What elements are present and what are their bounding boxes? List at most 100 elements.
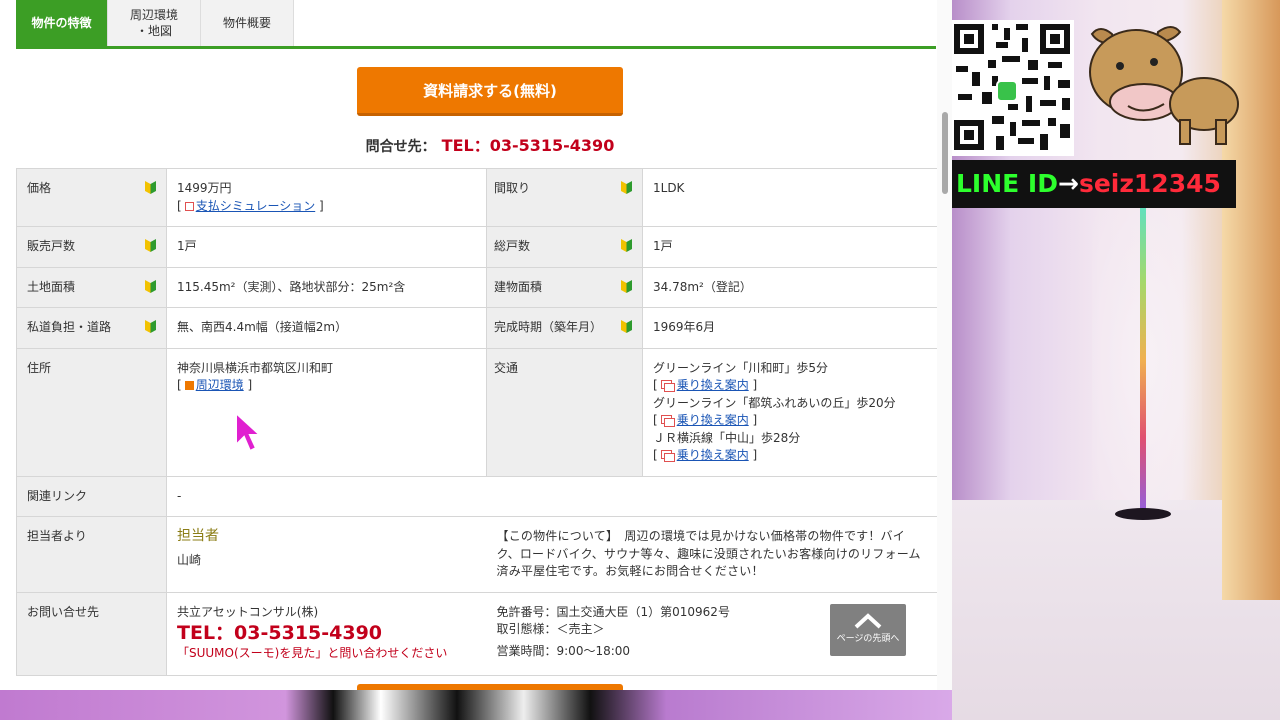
related-links-value: - [177, 488, 182, 503]
request-documents-button-bottom[interactable] [357, 684, 623, 690]
transfer-row: [乗り換え案内 ] [653, 378, 758, 392]
related-links-value-cell: - [166, 475, 938, 517]
road-label: 私道負担・道路 [27, 320, 112, 334]
staff-value-cell: 担当者 山崎 [166, 516, 487, 593]
address-label-cell: 住所 [16, 347, 167, 477]
table-row: 私道負担・道路 無、南西4.4m幅（接道幅2m） 完成時期（築年月） 1969年… [16, 307, 938, 349]
page-top-label: ページの先頭へ [836, 634, 900, 644]
inquiry-label-cell: お問い合せ先 [16, 591, 167, 676]
price-value-cell: 1499万円 [支払シミュレーション ] [166, 168, 487, 227]
table-row: お問い合せ先 共立アセットコンサル(株) TEL：03-5315-4390 「S… [16, 591, 938, 676]
surroundings-row: [周辺環境 ] [177, 378, 253, 392]
scrollbar[interactable] [937, 0, 952, 690]
table-row: 販売戸数 1戸 総戸数 1戸 [16, 226, 938, 268]
related-links-label: 関連リンク [27, 488, 88, 503]
layout-label: 間取り [494, 181, 531, 195]
building-area-label: 建物面積 [494, 279, 543, 294]
units-total-value: 1戸 [653, 239, 673, 253]
layout-value-cell: 1LDK [642, 168, 938, 227]
payment-simulation-link[interactable]: 支払シミュレーション [196, 199, 316, 213]
scrollbar-thumb[interactable] [942, 112, 948, 194]
units-sale-value: 1戸 [177, 239, 197, 253]
surroundings-link[interactable]: 周辺環境 [196, 378, 244, 392]
land-area-label-cell: 土地面積 [16, 266, 167, 308]
transfer-icon [660, 415, 675, 427]
inquiry-value-cell: 共立アセットコンサル(株) TEL：03-5315-4390 「SUUMO(スー… [166, 591, 487, 676]
units-total-label: 総戸数 [494, 239, 531, 253]
beginner-mark-icon [145, 239, 156, 252]
table-row: 担当者より 担当者 山崎 【この物件について】 周辺の環境では見かけない価格帯の… [16, 516, 938, 593]
transfer-icon [660, 450, 675, 462]
beginner-mark-icon [621, 279, 632, 293]
lamp-base [1115, 508, 1171, 520]
staff-comment: 【この物件について】 周辺の環境では見かけない価格帯の物件です！バイク、ロードバ… [496, 529, 921, 578]
price-label: 価格 [27, 181, 52, 195]
road-label-cell: 私道負担・道路 [16, 307, 167, 349]
building-area-value-cell: 34.78m²（登記） [642, 266, 938, 308]
mouse-cursor-icon [235, 411, 262, 453]
staff-title: 担当者 [177, 528, 219, 544]
layout-label-cell: 間取り [486, 168, 643, 227]
transfer-guide-link[interactable]: 乗り換え案内 [677, 413, 749, 427]
transfer-row: [乗り換え案内 ] [653, 413, 758, 427]
tab-overview-label: 物件概要 [222, 16, 271, 30]
transport-label: 交通 [494, 360, 519, 375]
built-date-value-cell: 1969年6月 [642, 307, 938, 349]
road-value: 無、南西4.4m幅（接道幅2m） [177, 320, 348, 334]
transfer-guide-link[interactable]: 乗り換え案内 [677, 448, 749, 462]
address-value-cell: 神奈川県横浜市都筑区川和町 [周辺環境 ] [166, 347, 487, 477]
land-area-value: 115.45m²（実測）、路地状部分：25m²含 [177, 279, 406, 294]
tab-surroundings-map[interactable]: 周辺環境 ・地図 [108, 0, 201, 46]
transfer-guide-link[interactable]: 乗り換え案内 [677, 378, 749, 392]
transport-value-cell: グリーンライン「川和町」歩5分 [乗り換え案内 ] グリーンライン「都筑ふれあい… [642, 347, 938, 477]
units-total-value-cell: 1戸 [642, 226, 938, 268]
units-sale-label: 販売戸数 [27, 239, 76, 253]
cow-mascot-illustration [1089, 26, 1239, 145]
tab-surroundings-label: 周辺環境 ・地図 [129, 8, 178, 38]
built-date-label-cell: 完成時期（築年月） [486, 307, 643, 349]
built-date-value: 1969年6月 [653, 320, 716, 334]
page-top-button[interactable]: ページの先頭へ [830, 604, 906, 656]
transfer-row: [乗り換え案内 ] [653, 448, 758, 462]
line-id-prefix: LINE ID [956, 169, 1058, 198]
units-total-label-cell: 総戸数 [486, 226, 643, 268]
table-row: 関連リンク - [16, 475, 938, 517]
staff-comment-cell: 【この物件について】 周辺の環境では見かけない価格帯の物件です！バイク、ロードバ… [486, 516, 938, 593]
staff-name: 山崎 [177, 552, 202, 567]
map-icon [184, 381, 194, 390]
contact-prefix: 問合せ先： [365, 139, 436, 155]
staff-label-cell: 担当者より [16, 516, 167, 593]
price-value: 1499万円 [177, 181, 232, 195]
tab-overview[interactable]: 物件概要 [201, 0, 294, 46]
transport-label-cell: 交通 [486, 347, 643, 477]
payment-sim-row: [支払シミュレーション ] [177, 198, 324, 213]
beginner-mark-icon [621, 239, 632, 252]
table-row: 住所 神奈川県横浜市都筑区川和町 [周辺環境 ] 交通 グリーンライン「川和町」… [16, 347, 938, 477]
browser-page: 物件の特徴 周辺環境 ・地図 物件概要 資料請求する(無料) 問合せ先： TEL：… [0, 0, 952, 690]
table-row: 価格 1499万円 [支払シミュレーション ] 間取り 1LDK [16, 168, 938, 227]
lamp-glow [1092, 210, 1202, 510]
inquiry-tel: TEL：03-5315-4390 [177, 622, 383, 644]
tab-features-label: 物件の特徴 [31, 16, 92, 30]
land-area-value-cell: 115.45m²（実測）、路地状部分：25m²含 [166, 266, 487, 308]
beginner-mark-icon [145, 320, 156, 333]
price-label-cell: 価格 [16, 168, 167, 227]
request-documents-label: 資料請求する(無料) [423, 81, 557, 100]
property-tabs: 物件の特徴 周辺環境 ・地図 物件概要 [16, 0, 294, 46]
transport-line-3: ＪＲ横浜線「中山」歩28分 [653, 430, 801, 445]
inquiry-note: 「SUUMO(スーモ)を見た」と問い合わせください [177, 646, 448, 660]
tab-features[interactable]: 物件の特徴 [16, 0, 108, 46]
building-area-value: 34.78m²（登記） [653, 279, 752, 294]
beginner-mark-icon [621, 181, 632, 194]
line-id-arrow: → [1058, 169, 1079, 198]
staff-label: 担当者より [27, 529, 87, 543]
table-row: 土地面積 115.45m²（実測）、路地状部分：25m²含 建物面積 34.78… [16, 266, 938, 308]
transport-line-2: グリーンライン「都筑ふれあいの丘」歩20分 [653, 395, 896, 410]
land-area-label: 土地面積 [27, 279, 76, 294]
building-area-label-cell: 建物面積 [486, 266, 643, 308]
request-documents-button[interactable]: 資料請求する(無料) [357, 67, 623, 116]
contact-line: 問合せ先： TEL：03-5315-4390 [0, 132, 952, 156]
address-value: 神奈川県横浜市都筑区川和町 [177, 360, 334, 375]
company-name: 共立アセットコンサル(株) [177, 604, 319, 619]
contact-tel: TEL：03-5315-4390 [441, 136, 615, 155]
